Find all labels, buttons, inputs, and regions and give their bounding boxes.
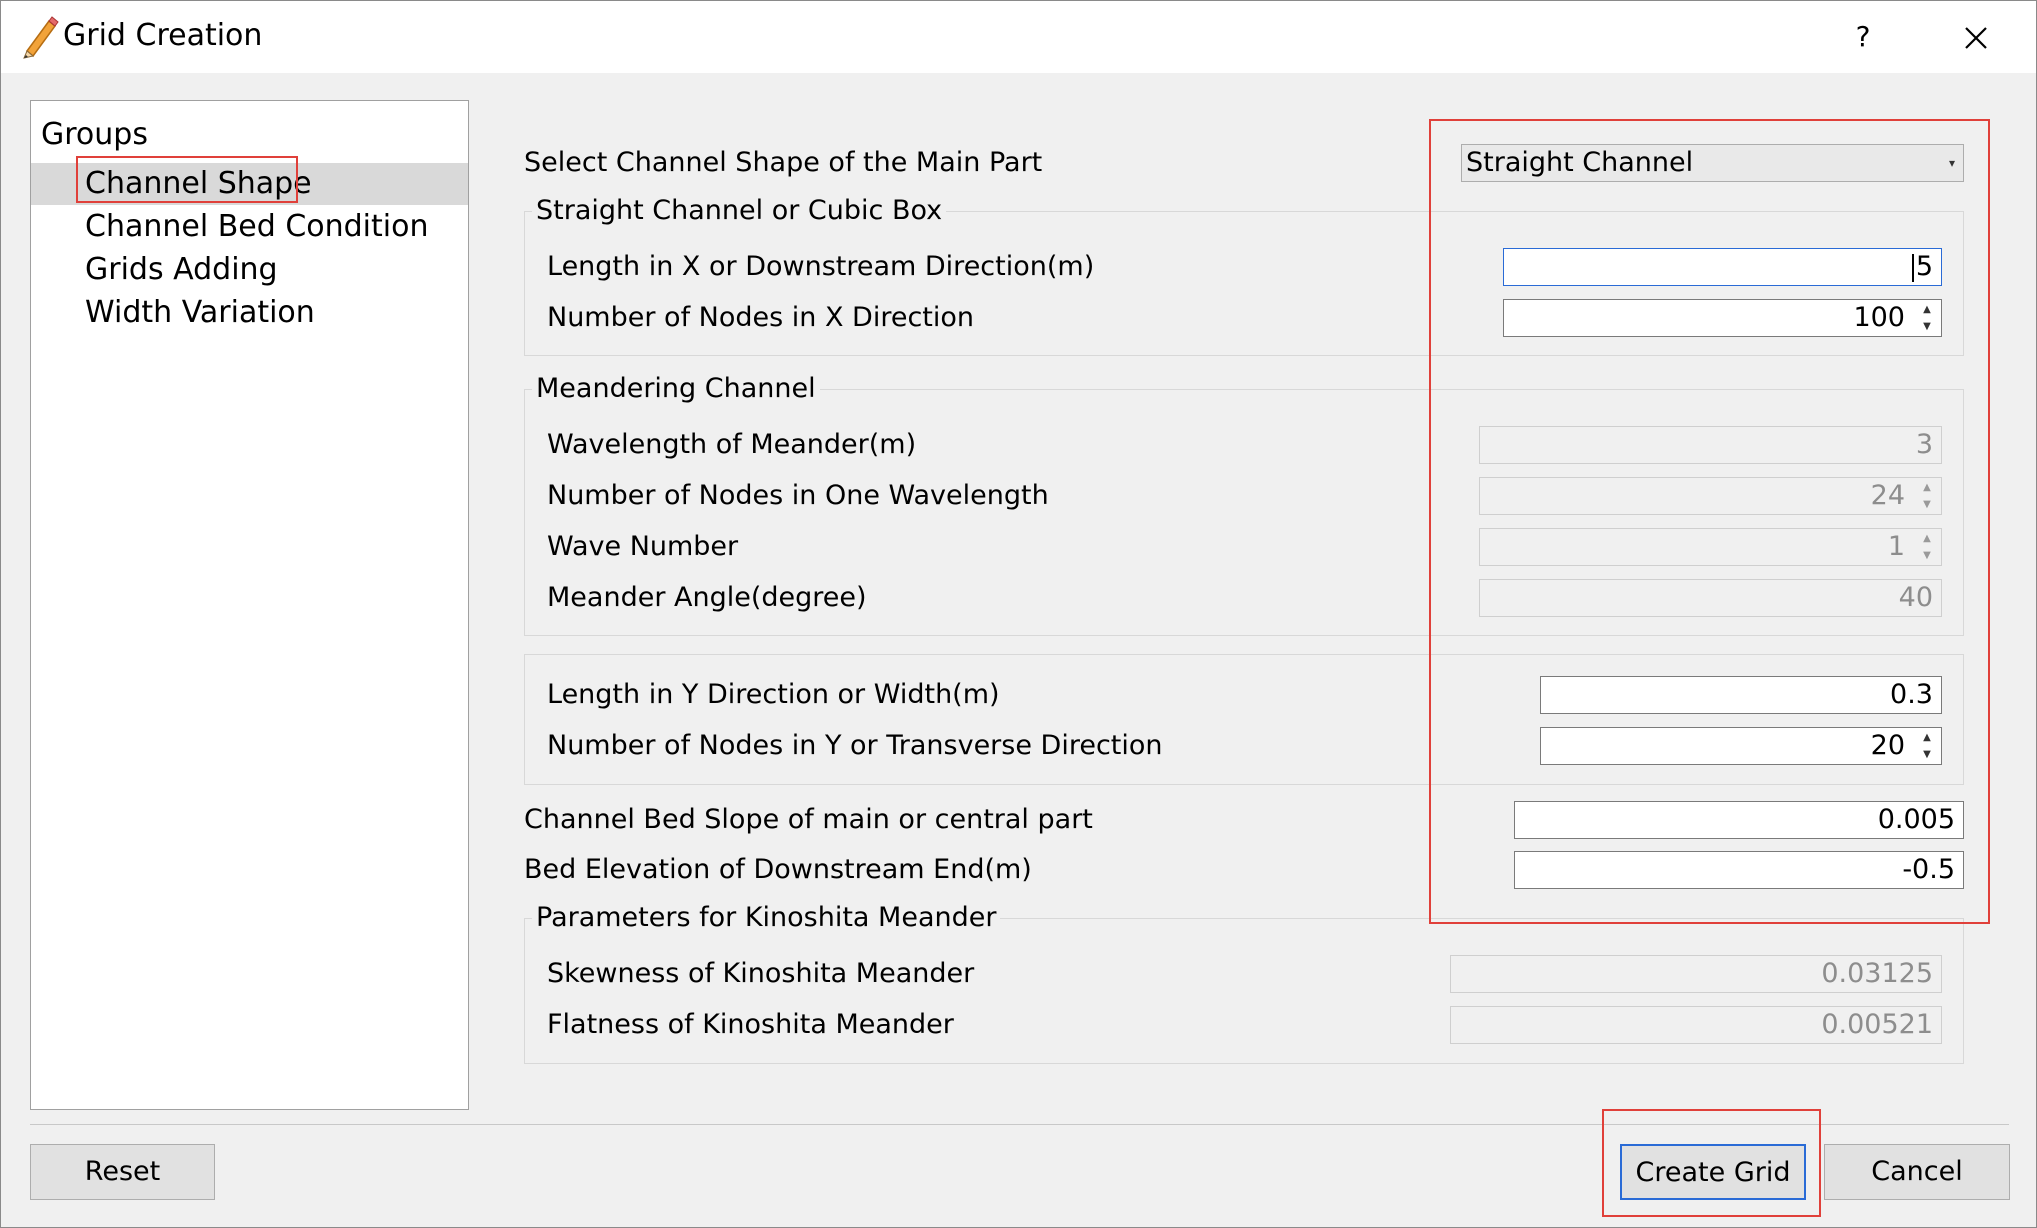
group-item-grids-adding[interactable]: Grids Adding	[31, 249, 468, 291]
window-title: Grid Creation	[63, 18, 263, 53]
skewness-label: Skewness of Kinoshita Meander	[547, 958, 975, 989]
spin-up-icon[interactable]: ▲	[1914, 729, 1940, 746]
bed-slope-input[interactable]: 0.005	[1514, 801, 1964, 839]
nodes-wavelength-spinbox[interactable]: 24 ▲ ▼	[1479, 477, 1942, 515]
wave-number-value: 1	[1887, 531, 1905, 562]
nodes-wavelength-spinner: ▲ ▼	[1914, 479, 1940, 513]
nodes-x-spinner: ▲ ▼	[1914, 301, 1940, 335]
spin-up-icon[interactable]: ▲	[1914, 479, 1940, 496]
spin-down-icon[interactable]: ▼	[1914, 318, 1940, 335]
meandering-channel-group-title: Meandering Channel	[532, 371, 820, 407]
meander-angle-input[interactable]: 40	[1479, 579, 1942, 617]
meander-angle-label: Meander Angle(degree)	[547, 582, 867, 613]
reset-button[interactable]: Reset	[30, 1144, 215, 1200]
length-x-value: 5	[1915, 251, 1933, 282]
group-item-channel-shape[interactable]: Channel Shape	[31, 163, 468, 205]
bottom-divider	[30, 1124, 2009, 1125]
bed-elevation-input[interactable]: -0.5	[1514, 851, 1964, 889]
title-bar: Grid Creation ?	[1, 1, 2036, 73]
groups-header: Groups	[41, 117, 148, 152]
spin-up-icon[interactable]: ▲	[1914, 530, 1940, 547]
channel-shape-select[interactable]: Straight Channel ▾	[1461, 144, 1964, 182]
spin-down-icon[interactable]: ▼	[1914, 746, 1940, 763]
length-y-label: Length in Y Direction or Width(m)	[547, 679, 1000, 710]
channel-shape-value: Straight Channel	[1466, 147, 1694, 178]
flatness-input[interactable]: 0.00521	[1450, 1006, 1942, 1044]
nodes-wavelength-label: Number of Nodes in One Wavelength	[547, 480, 1049, 511]
length-x-input[interactable]: 5	[1503, 248, 1942, 286]
nodes-x-label: Number of Nodes in X Direction	[547, 302, 975, 333]
width-group	[524, 654, 1964, 785]
help-button[interactable]: ?	[1841, 15, 1885, 59]
kinoshita-group-title: Parameters for Kinoshita Meander	[532, 900, 1001, 936]
skewness-input[interactable]: 0.03125	[1450, 955, 1942, 993]
create-grid-button[interactable]: Create Grid	[1620, 1144, 1806, 1200]
wave-number-label: Wave Number	[547, 531, 739, 562]
nodes-y-spinner: ▲ ▼	[1914, 729, 1940, 763]
wavelength-label: Wavelength of Meander(m)	[547, 429, 917, 460]
nodes-y-value: 20	[1870, 730, 1905, 761]
chevron-down-icon: ▾	[1948, 156, 1955, 170]
grid-creation-dialog: Grid Creation ? Groups Channel Shape Cha…	[0, 0, 2037, 1228]
group-item-channel-bed-condition[interactable]: Channel Bed Condition	[31, 206, 468, 248]
nodes-wavelength-value: 24	[1870, 480, 1905, 511]
nodes-x-value: 100	[1853, 302, 1905, 333]
spin-down-icon[interactable]: ▼	[1914, 496, 1940, 513]
wavelength-input[interactable]: 3	[1479, 426, 1942, 464]
wave-number-spinbox[interactable]: 1 ▲ ▼	[1479, 528, 1942, 566]
cancel-button[interactable]: Cancel	[1824, 1144, 2010, 1200]
nodes-y-label: Number of Nodes in Y or Transverse Direc…	[547, 730, 1163, 761]
close-icon	[1965, 27, 1987, 49]
groups-list: Groups Channel Shape Channel Bed Conditi…	[30, 100, 469, 1110]
spin-up-icon[interactable]: ▲	[1914, 301, 1940, 318]
straight-channel-group-title: Straight Channel or Cubic Box	[532, 193, 947, 229]
flatness-label: Flatness of Kinoshita Meander	[547, 1009, 954, 1040]
text-caret	[1911, 253, 1914, 282]
nodes-y-spinbox[interactable]: 20 ▲ ▼	[1540, 727, 1942, 765]
length-x-label: Length in X or Downstream Direction(m)	[547, 251, 1095, 282]
bed-slope-label: Channel Bed Slope of main or central par…	[524, 804, 1093, 835]
wave-number-spinner: ▲ ▼	[1914, 530, 1940, 564]
length-y-input[interactable]: 0.3	[1540, 676, 1942, 714]
spin-down-icon[interactable]: ▼	[1914, 547, 1940, 564]
pencil-icon	[19, 15, 59, 59]
channel-shape-label: Select Channel Shape of the Main Part	[524, 147, 1043, 178]
group-item-width-variation[interactable]: Width Variation	[31, 292, 468, 334]
close-button[interactable]	[1951, 13, 2001, 63]
bed-elevation-label: Bed Elevation of Downstream End(m)	[524, 854, 1032, 885]
nodes-x-spinbox[interactable]: 100 ▲ ▼	[1503, 299, 1942, 337]
